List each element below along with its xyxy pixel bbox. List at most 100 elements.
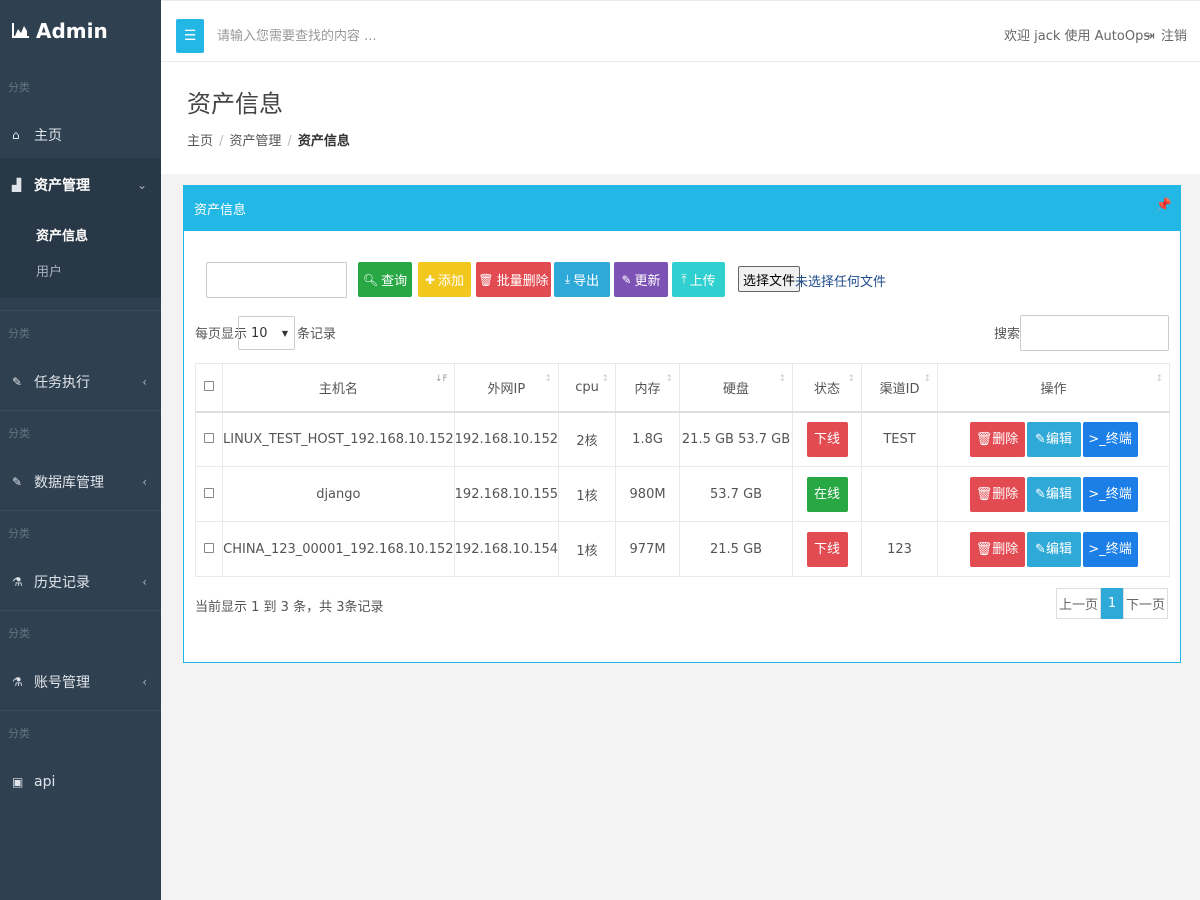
flask-icon: ⚗ bbox=[12, 675, 23, 689]
sign-out-icon: ⇥ bbox=[1144, 29, 1155, 44]
chevron-down-icon: ⌄ bbox=[136, 178, 147, 192]
row-checkbox[interactable] bbox=[204, 542, 214, 553]
breadcrumb-assets[interactable]: 资产管理 bbox=[229, 134, 281, 149]
sidebar-item-tasks[interactable]: ✎ 任务执行 ‹ bbox=[0, 354, 161, 410]
brand[interactable]: Admin bbox=[0, 0, 161, 62]
update-label: 更新 bbox=[634, 274, 661, 289]
add-button[interactable]: ✚ 添加 bbox=[418, 262, 471, 297]
page-length-value: 10 bbox=[251, 325, 268, 341]
column-header[interactable]: 渠道ID ↕ bbox=[861, 363, 939, 413]
topbar: ☰ 请输入您需要查找的内容 ... 欢迎 jack 使用 AutoOps ⇥ 注销 bbox=[161, 0, 1200, 62]
sidebar-item-api[interactable]: ▣ api bbox=[0, 754, 161, 810]
channel-cell bbox=[861, 466, 939, 522]
channel-cell: 123 bbox=[861, 521, 939, 577]
edit-icon: ✎ bbox=[621, 272, 632, 287]
sort-icon: ↕ bbox=[923, 374, 932, 384]
batch-delete-button[interactable]: 🗑︎ 批量删除 bbox=[476, 262, 551, 297]
page-length-select[interactable]: 10 ▼ bbox=[238, 316, 295, 350]
logout-link[interactable]: ⇥ 注销 bbox=[1144, 25, 1187, 44]
select-all-checkbox[interactable] bbox=[204, 380, 214, 391]
cpu-cell: 1核 bbox=[558, 466, 617, 522]
sidebar-section-label: 分类 bbox=[0, 510, 161, 554]
export-button[interactable]: ⤓ 导出 bbox=[554, 262, 610, 297]
chevron-left-icon: ‹ bbox=[142, 575, 147, 589]
disk-cell: 21.5 GB bbox=[679, 521, 794, 577]
delete-button[interactable]: 🗑︎删除 bbox=[969, 476, 1025, 512]
menu-toggle-button[interactable]: ☰ bbox=[176, 19, 204, 53]
status-badge[interactable]: 下线 bbox=[806, 531, 848, 567]
upload-icon: ⤒ bbox=[681, 272, 687, 286]
breadcrumb-current: 资产信息 bbox=[297, 134, 350, 149]
row-checkbox[interactable] bbox=[204, 487, 214, 498]
memory-cell: 977M bbox=[615, 521, 681, 577]
sidebar-item-accounts[interactable]: ⚗ 账号管理 ‹ bbox=[0, 654, 161, 710]
add-label: 添加 bbox=[438, 274, 465, 289]
home-icon: ⌂ bbox=[12, 128, 20, 142]
column-header[interactable]: 硬盘 ↕ bbox=[679, 363, 794, 413]
menu-icon: ☰ bbox=[183, 28, 197, 44]
delete-button[interactable]: 🗑︎删除 bbox=[969, 421, 1025, 457]
column-header[interactable]: 操作 ↕ bbox=[937, 363, 1170, 413]
breadcrumb-home[interactable]: 主页 bbox=[187, 134, 213, 149]
sidebar-section-label: 分类 bbox=[0, 410, 161, 454]
sidebar-item-history[interactable]: ⚗ 历史记录 ‹ bbox=[0, 554, 161, 610]
delete-label: 删除 bbox=[992, 486, 1019, 502]
update-button[interactable]: ✎ 更新 bbox=[614, 262, 668, 297]
column-header[interactable]: 内存 ↕ bbox=[615, 363, 681, 413]
sort-icon: ↕ bbox=[847, 374, 856, 384]
sidebar-item-label: 资产管理 bbox=[34, 178, 90, 194]
column-header[interactable]: 状态 ↕ bbox=[792, 363, 863, 413]
top-search-input[interactable]: 请输入您需要查找的内容 ... bbox=[217, 25, 377, 44]
edit-label: 编辑 bbox=[1045, 486, 1072, 502]
next-page-button[interactable]: 下一页 bbox=[1123, 588, 1168, 619]
image-icon: ▣ bbox=[12, 775, 24, 789]
terminal-button[interactable]: >_终端 bbox=[1082, 421, 1138, 457]
status-badge[interactable]: 下线 bbox=[806, 421, 848, 457]
upload-label: 上传 bbox=[689, 274, 716, 289]
sidebar-item-home[interactable]: ⌂ 主页 bbox=[0, 112, 161, 158]
column-header[interactable]: cpu ↕ bbox=[558, 363, 617, 413]
download-icon: ⤓ bbox=[564, 272, 571, 286]
table-row[interactable]: CHINA_123_00001_192.168.10.152 192.168.1… bbox=[195, 521, 1170, 577]
query-input[interactable] bbox=[206, 262, 347, 298]
sort-icon: ↕ bbox=[665, 374, 674, 384]
asset-panel: 资产信息 📌 🔍︎ 查询 ✚ 添加 🗑︎ 批量删除 ⤓ 导出 ✎ 更新 ⤒ 上传 选择文件 … bbox=[183, 185, 1181, 663]
edit-button[interactable]: ✎编辑 bbox=[1026, 476, 1081, 512]
area-chart-icon bbox=[12, 19, 30, 43]
sidebar-subitem-asset-info[interactable]: 资产信息 bbox=[0, 216, 161, 252]
delete-button[interactable]: 🗑︎删除 bbox=[969, 531, 1025, 567]
row-checkbox[interactable] bbox=[204, 432, 214, 443]
query-label: 查询 bbox=[381, 274, 408, 289]
batch-delete-label: 批量删除 bbox=[496, 274, 549, 289]
current-page-button[interactable]: 1 bbox=[1101, 588, 1123, 619]
upload-button[interactable]: ⤒ 上传 bbox=[672, 262, 725, 297]
sidebar-subitem-users[interactable]: 用户 bbox=[0, 252, 161, 288]
table-row[interactable]: django 192.168.10.155 1核 980M 53.7 GB 在线… bbox=[195, 466, 1170, 522]
actions-cell: 🗑︎删除 ✎编辑 >_终端 bbox=[937, 466, 1170, 522]
cpu-cell: 2核 bbox=[558, 411, 617, 467]
chevron-left-icon: ‹ bbox=[142, 675, 147, 689]
terminal-button[interactable]: >_终端 bbox=[1082, 531, 1138, 567]
status-badge[interactable]: 在线 bbox=[806, 476, 848, 512]
terminal-icon: >_ bbox=[1088, 486, 1106, 502]
edit-button[interactable]: ✎编辑 bbox=[1026, 531, 1081, 567]
sidebar-item-assets[interactable]: ▟ 资产管理 ⌄ bbox=[0, 158, 161, 212]
edit-label: 编辑 bbox=[1045, 431, 1072, 447]
edit-button[interactable]: ✎编辑 bbox=[1026, 421, 1081, 457]
table-search-input[interactable] bbox=[1020, 315, 1169, 351]
pin-icon[interactable]: 📌 bbox=[1156, 198, 1172, 213]
edit-icon: ✎ bbox=[12, 475, 23, 489]
sort-icon: ↕ bbox=[778, 374, 787, 384]
prev-page-button[interactable]: 上一页 bbox=[1056, 588, 1101, 619]
chart-icon: ▟ bbox=[12, 178, 22, 192]
choose-file-button[interactable]: 选择文件 bbox=[738, 266, 801, 292]
sidebar-item-database[interactable]: ✎ 数据库管理 ‹ bbox=[0, 454, 161, 510]
sort-icon: ↕ bbox=[544, 374, 553, 384]
terminal-button[interactable]: >_终端 bbox=[1082, 476, 1138, 512]
sidebar: Admin 分类 ⌂ 主页 ▟ 资产管理 ⌄ 资产信息 用户 分类 ✎ 任务执行… bbox=[0, 0, 161, 900]
column-header[interactable]: 主机名 ↓F bbox=[222, 363, 455, 413]
column-header[interactable]: 外网IP ↕ bbox=[453, 363, 560, 413]
terminal-label: 终端 bbox=[1105, 486, 1132, 502]
query-button[interactable]: 🔍︎ 查询 bbox=[358, 262, 412, 297]
table-row[interactable]: LINUX_TEST_HOST_192.168.10.152 192.168.1… bbox=[195, 411, 1170, 467]
